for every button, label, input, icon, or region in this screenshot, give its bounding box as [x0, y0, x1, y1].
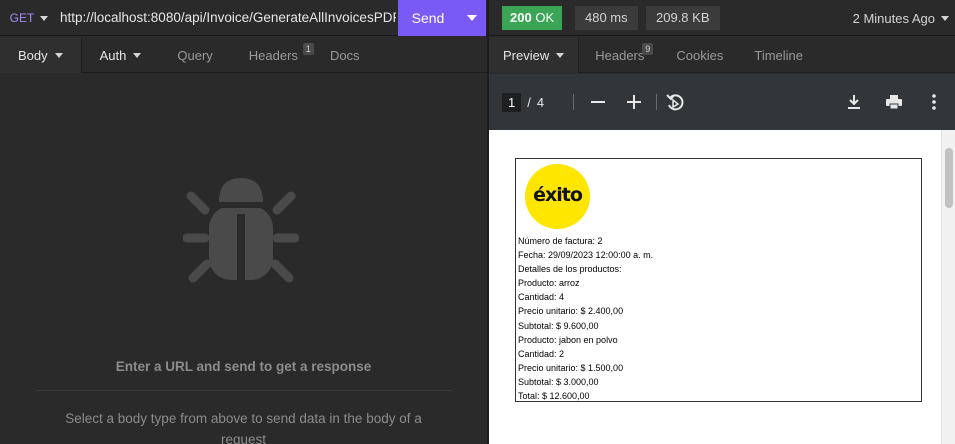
empty-state-subtitle: Select a body type from above to send da… [65, 411, 422, 444]
bug-icon [183, 178, 299, 283]
pdf-scrollbar[interactable] [941, 130, 955, 444]
empty-state-title: Enter a URL and send to get a response [115, 359, 372, 374]
page-total: 4 [536, 95, 545, 110]
tab-label: Headers [248, 47, 298, 63]
pdf-toolbar: 1 / 4 [489, 74, 955, 130]
url-input[interactable]: http://localhost:8080/api/Invoice/Genera… [60, 0, 396, 36]
tab-query[interactable]: Query [159, 37, 230, 73]
pdf-page: éxito Número de factura: 2 Fecha: 29/09/… [489, 130, 941, 444]
tab-headers[interactable]: Headers 1 [231, 37, 316, 73]
invoice-line: Cantidad: 2 [518, 348, 565, 359]
invoice-line: Precio unitario: $ 1.500,00 [518, 362, 624, 373]
tab-preview[interactable]: Preview [489, 37, 580, 73]
tab-label: Headers [595, 47, 645, 63]
invoice-line: Fecha: 29/09/2023 12:00:00 a. m. [518, 250, 654, 261]
tab-cookies[interactable]: Cookies [660, 37, 739, 73]
print-icon[interactable] [884, 92, 904, 112]
status-text: OK [535, 10, 555, 25]
send-options-dropdown[interactable] [458, 0, 486, 36]
divider [36, 390, 452, 391]
status-badge: 200 OK [502, 6, 563, 30]
tab-response-headers[interactable]: Headers 9 [579, 37, 660, 73]
scrollbar-thumb[interactable] [945, 148, 953, 208]
invoice-line: Número de factura: 2 [518, 236, 603, 246]
pdf-viewport[interactable]: éxito Número de factura: 2 Fecha: 29/09/… [489, 130, 955, 444]
tab-body[interactable]: Body [0, 37, 82, 73]
headers-count-badge: 9 [642, 43, 654, 55]
invoice-line: Subtotal: $ 3.000,00 [518, 376, 599, 387]
history-dropdown[interactable]: 2 Minutes Ago [853, 0, 949, 36]
rotate-icon[interactable] [665, 92, 685, 112]
send-button-group: Send [398, 0, 486, 36]
tab-label: Auth [99, 47, 127, 63]
invoice-lines: Número de factura: 2 Fecha: 29/09/2023 1… [518, 234, 918, 403]
invoice-line: Cantidad: 4 [518, 292, 565, 303]
invoice-line: Producto: arroz [518, 278, 580, 289]
tab-label: Cookies [676, 47, 724, 63]
zoom-in-icon[interactable] [624, 92, 644, 112]
toolbar-separator [656, 94, 657, 110]
tab-label: Preview [503, 47, 550, 63]
chevron-down-icon [133, 52, 142, 58]
invoice-line: Precio unitario: $ 2.400,00 [518, 306, 624, 317]
chevron-down-icon [54, 52, 63, 58]
invoice-box: éxito Número de factura: 2 Fecha: 29/09/… [515, 158, 922, 402]
download-icon[interactable] [844, 92, 864, 112]
tab-timeline[interactable]: Timeline [739, 37, 818, 73]
logo-text: éxito [533, 184, 583, 206]
status-code: 200 [510, 10, 532, 25]
tab-label: Query [177, 47, 213, 63]
request-bar: GET http://localhost:8080/api/Invoice/Ge… [0, 0, 955, 36]
chevron-down-icon [941, 15, 949, 21]
invoice-line: Subtotal: $ 9.600,00 [518, 320, 599, 331]
exito-logo: éxito [525, 164, 590, 229]
tab-label: Timeline [754, 47, 804, 63]
response-size: 209.8 KB [646, 6, 720, 30]
invoice-line: Detalles de los productos: [518, 264, 622, 275]
tab-label: Docs [329, 47, 360, 63]
invoice-line: Producto: jabon en polvo [518, 334, 618, 345]
history-label: 2 Minutes Ago [852, 10, 935, 26]
more-vertical-icon[interactable] [924, 92, 944, 112]
tab-auth[interactable]: Auth [82, 37, 160, 73]
request-tabs: Body Auth Query Headers 1 Docs [0, 37, 487, 73]
chevron-down-icon [467, 15, 477, 21]
chevron-down-icon [556, 52, 565, 58]
headers-count-badge: 1 [302, 43, 314, 55]
page-separator: / [527, 95, 531, 110]
tab-label: Body [18, 47, 48, 63]
tab-docs[interactable]: Docs [316, 37, 378, 73]
response-tabs: Preview Headers 9 Cookies Timeline [489, 37, 955, 73]
page-indicator: 1 / 4 [502, 93, 544, 112]
insomnia-app: GET http://localhost:8080/api/Invoice/Ge… [0, 0, 955, 444]
invoice-line: Total: $ 12.600,00 [518, 391, 590, 402]
method-label: GET [9, 11, 35, 25]
toolbar-separator [573, 94, 574, 110]
response-time: 480 ms [575, 6, 638, 30]
zoom-out-icon[interactable] [588, 92, 608, 112]
send-button[interactable]: Send [398, 10, 458, 26]
method-selector[interactable]: GET [0, 0, 58, 36]
request-body-pane: Enter a URL and send to get a response S… [0, 74, 487, 444]
chevron-down-icon [40, 15, 49, 21]
page-number-input[interactable]: 1 [502, 93, 522, 112]
